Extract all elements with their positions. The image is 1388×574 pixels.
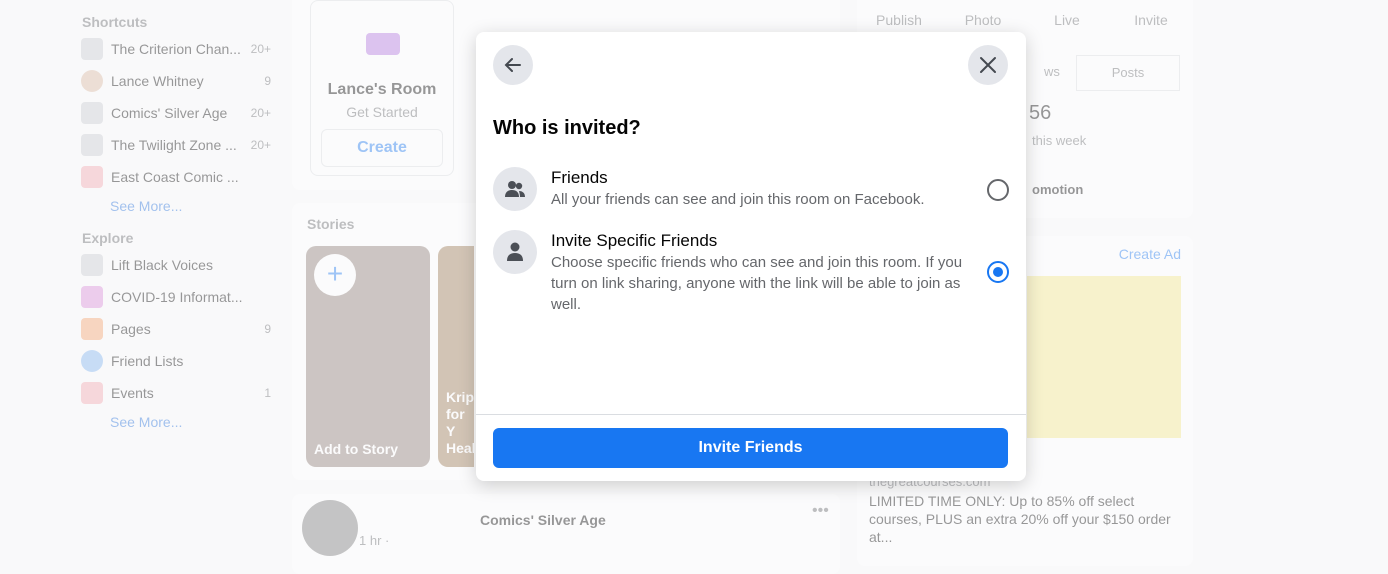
create-ad-link[interactable]: Create Ad: [1119, 246, 1181, 262]
story-card[interactable]: Krip for Y Heal: [438, 246, 474, 467]
option-description: Choose specific friends who can see and …: [551, 254, 963, 313]
calendar-icon: [81, 166, 103, 188]
flag-icon: [81, 318, 103, 340]
item-count: 20+: [250, 42, 271, 56]
post-author[interactable]: Comics' Silver Age: [480, 512, 606, 528]
stories-heading: Stories: [307, 216, 355, 232]
tab-views[interactable]: ws: [1029, 55, 1075, 91]
create-room-button[interactable]: Create: [321, 129, 443, 167]
divider: [476, 414, 1026, 415]
shortcut-item[interactable]: Lance Whitney 9: [81, 68, 271, 94]
avatar: [302, 500, 358, 556]
item-label: COVID-19 Informat...: [111, 289, 243, 305]
option-invite-specific-friends[interactable]: Invite Specific Friends Choose specific f…: [493, 230, 1009, 315]
specific-friends-radio[interactable]: [987, 261, 1009, 283]
stat-label: this week: [1032, 133, 1087, 148]
friends-icon: [493, 167, 537, 211]
item-count: 20+: [250, 138, 271, 152]
item-label: Lance Whitney: [111, 73, 204, 89]
close-button[interactable]: [968, 45, 1008, 85]
room-subtitle: Get Started: [346, 104, 418, 120]
shortcut-item[interactable]: The Criterion Chan... 20+: [81, 36, 271, 62]
friends-radio[interactable]: [987, 179, 1009, 201]
explore-item[interactable]: COVID-19 Informat...: [81, 284, 271, 310]
see-more-link[interactable]: See More...: [81, 409, 271, 435]
photo-button[interactable]: Photo: [941, 12, 1025, 28]
stat-value: 56: [1029, 102, 1052, 124]
explore-heading: Explore: [82, 230, 134, 246]
story-label: Krip for Y Heal: [446, 389, 474, 456]
shortcut-item[interactable]: East Coast Comic ...: [81, 164, 271, 190]
invite-friends-button[interactable]: Invite Friends: [493, 428, 1008, 468]
explore-item[interactable]: Pages 9: [81, 316, 271, 342]
option-title: Friends: [551, 168, 608, 187]
item-label: The Twilight Zone ...: [111, 137, 237, 153]
option-description: All your friends can see and join this r…: [551, 191, 925, 208]
item-label: The Criterion Chan...: [111, 41, 241, 57]
group-icon: [81, 38, 103, 60]
live-button[interactable]: Live: [1025, 12, 1109, 28]
ad-text: LIMITED TIME ONLY: Up to 85% off select …: [869, 493, 1171, 545]
explore-item[interactable]: Events 1: [81, 380, 271, 406]
close-icon: [980, 57, 996, 73]
dialog-title: Who is invited?: [493, 117, 641, 139]
fist-icon: [81, 254, 103, 276]
post-card: Comics' Silver Age 1 hr · •••: [292, 494, 840, 574]
shortcuts-heading: Shortcuts: [82, 14, 148, 30]
group-icon: [81, 102, 103, 124]
heart-shield-icon: [81, 286, 103, 308]
option-friends[interactable]: Friends All your friends can see and join…: [493, 167, 1009, 211]
video-plus-icon: [366, 33, 400, 55]
tab-posts[interactable]: Posts: [1076, 55, 1180, 91]
promotion-button[interactable]: omotion: [1032, 182, 1083, 197]
invite-button[interactable]: Invite: [1109, 12, 1193, 28]
publish-button[interactable]: Publish: [857, 12, 941, 28]
person-icon: [493, 230, 537, 274]
arrow-left-icon: [504, 58, 521, 72]
avatar: [81, 70, 103, 92]
item-label: East Coast Comic ...: [111, 169, 239, 185]
shortcut-item[interactable]: The Twilight Zone ... 20+: [81, 132, 271, 158]
more-icon[interactable]: •••: [812, 502, 829, 520]
ad-image[interactable]: [1027, 276, 1181, 438]
option-title: Invite Specific Friends: [551, 231, 718, 250]
see-more-link[interactable]: See More...: [81, 193, 271, 219]
who-is-invited-dialog: Who is invited? Friends All your friends …: [476, 32, 1026, 481]
item-count: 1: [264, 386, 271, 400]
explore-item[interactable]: Friend Lists: [81, 348, 271, 374]
plus-icon: +: [314, 254, 356, 296]
add-story-label: Add to Story: [314, 441, 398, 457]
friend-list-icon: [81, 350, 103, 372]
post-time[interactable]: 1 hr ·: [359, 533, 389, 548]
item-count: 9: [264, 74, 271, 88]
item-label: Events: [111, 385, 154, 401]
item-label: Pages: [111, 321, 151, 337]
explore-item[interactable]: Lift Black Voices: [81, 252, 271, 278]
item-count: 20+: [250, 106, 271, 120]
group-icon: [81, 134, 103, 156]
item-label: Comics' Silver Age: [111, 105, 228, 121]
room-title: Lance's Room: [327, 81, 437, 98]
room-item: Lance's Room Get Started Create: [310, 0, 454, 176]
back-button[interactable]: [493, 45, 533, 85]
item-label: Friend Lists: [111, 353, 184, 369]
shortcut-item[interactable]: Comics' Silver Age 20+: [81, 100, 271, 126]
item-label: Lift Black Voices: [111, 257, 213, 273]
calendar-icon: [81, 382, 103, 404]
add-story-card[interactable]: + Add to Story: [306, 246, 430, 467]
item-count: 9: [264, 322, 271, 336]
